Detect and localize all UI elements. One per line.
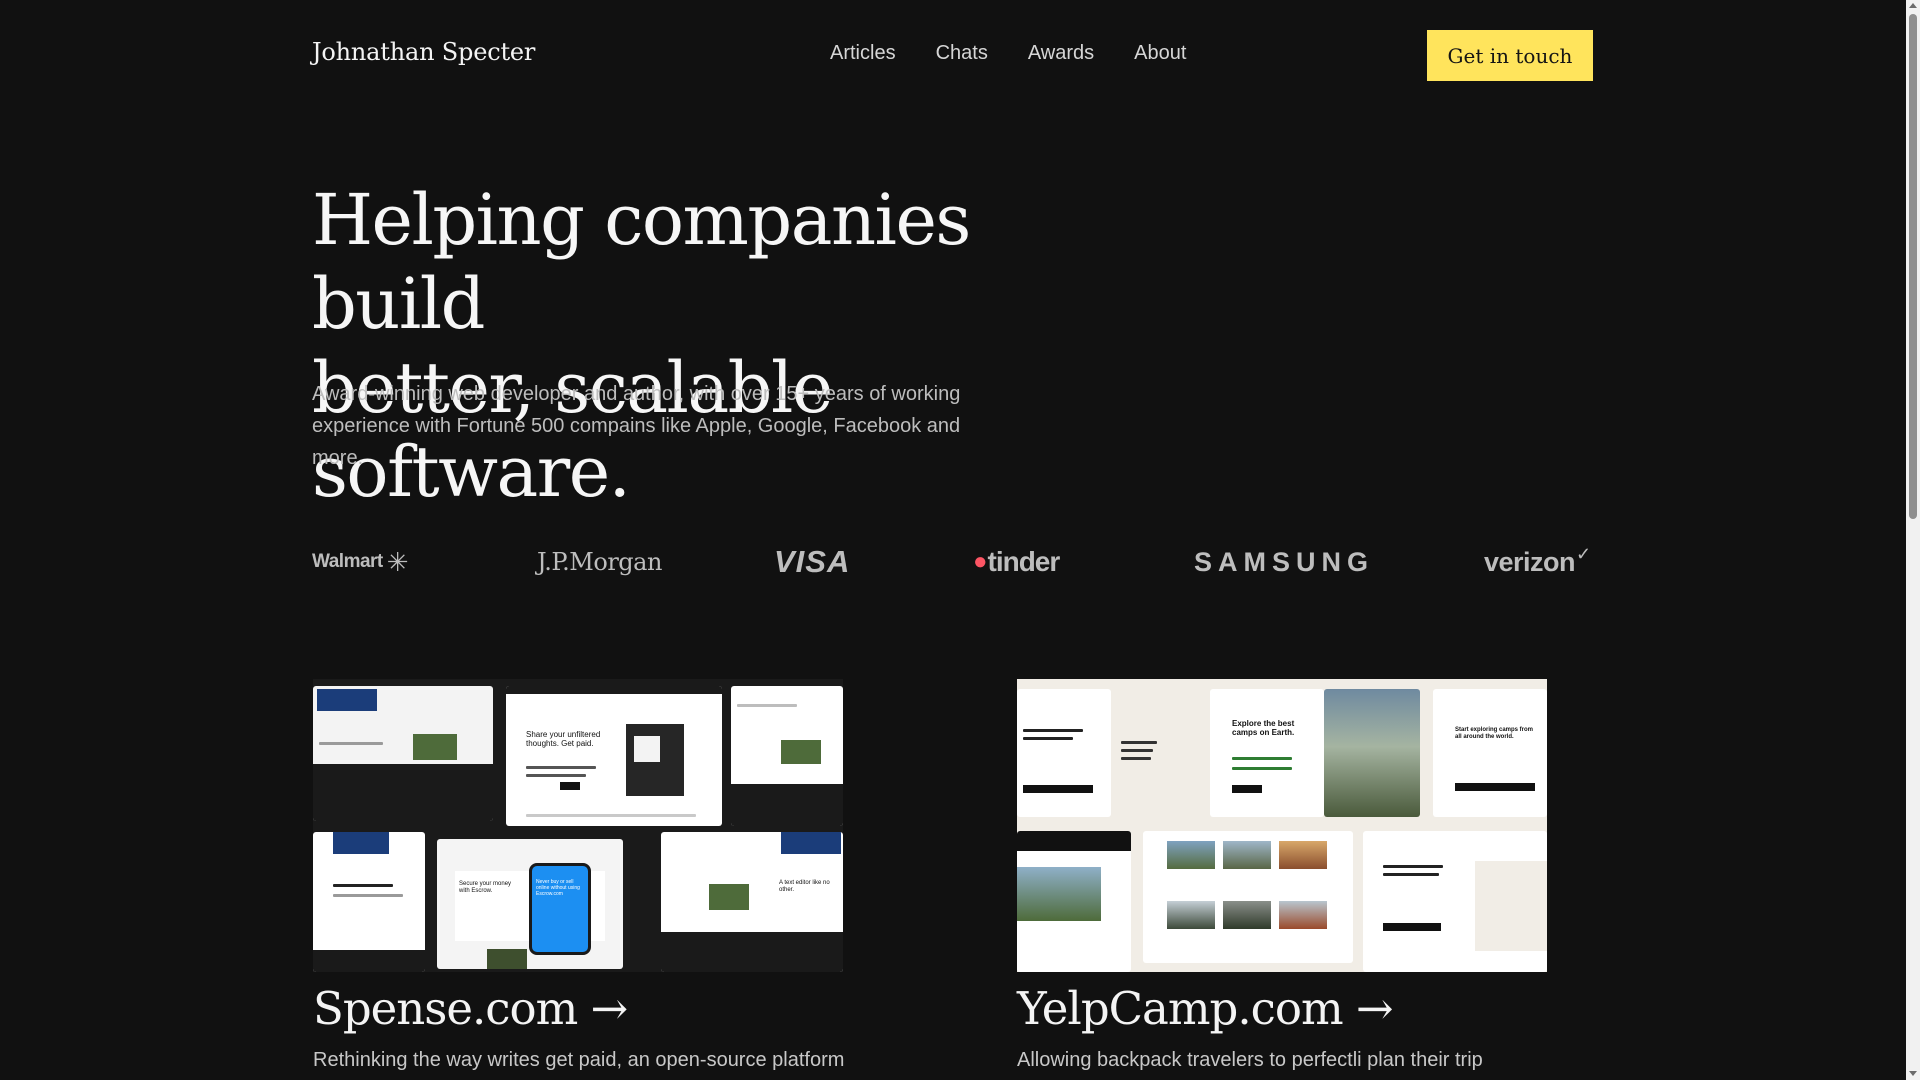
yelpcamp-project-description: Allowing backpack travelers to perfectli… <box>1017 1049 1483 1071</box>
yelpcamp-thumbnail[interactable]: Explore the best camps on Earth. Start e… <box>1017 679 1547 972</box>
verizon-wordmark: verizon <box>1484 546 1576 577</box>
nav-chats[interactable]: Chats <box>936 42 988 65</box>
nav-articles[interactable]: Articles <box>830 42 896 65</box>
scrollbar-thumb[interactable] <box>1909 14 1917 519</box>
walmart-wordmark: Walmart <box>312 551 383 572</box>
samsung-wordmark: SAMSUNG <box>1194 546 1375 577</box>
scroll-up-arrow-icon[interactable] <box>1909 3 1917 8</box>
yelp-thumb-headline: Explore the best camps on Earth. <box>1232 719 1295 737</box>
project-card-spense: Share your unfiltered thoughts. Get paid… <box>313 679 844 1071</box>
thumb-card: A text editor like no other. <box>661 832 843 972</box>
project-card-yelpcamp: Explore the best camps on Earth. Start e… <box>1017 679 1547 1071</box>
visa-wordmark: VISA <box>774 544 851 579</box>
hero-title-line-1: Helping companies build <box>312 179 971 345</box>
spense-thumb-escrow: Secure your money with Escrow. <box>459 881 512 894</box>
main-nav: Articles Chats Awards About <box>830 42 1186 65</box>
hero-subtitle: Award-winning web developer and author, … <box>312 383 961 469</box>
thumb-card <box>1017 831 1131 972</box>
spense-thumb-editor: A text editor like no other. <box>779 880 830 893</box>
get-in-touch-button[interactable]: Get in touch <box>1427 30 1593 81</box>
visa-logo: VISA <box>774 540 850 584</box>
thumb-card: Explore the best camps on Earth. <box>1210 689 1324 817</box>
client-logos: Walmart ✳ J.P.Morgan VISA ● tinder SAMSU… <box>312 540 1594 584</box>
thumb-card <box>1143 831 1353 963</box>
scroll-down-arrow-icon[interactable] <box>1909 1071 1917 1076</box>
nav-awards[interactable]: Awards <box>1028 42 1094 65</box>
thumb-card <box>1324 689 1420 817</box>
spense-thumb-headline: Share your unfiltered thoughts. Get paid… <box>526 730 601 748</box>
walmart-spark-icon: ✳ <box>386 546 409 577</box>
tinder-wordmark: tinder <box>987 546 1061 577</box>
thumb-card <box>1363 831 1547 972</box>
verizon-logo: verizon ✓ <box>1484 540 1591 584</box>
jpmorgan-wordmark: J.P.Morgan <box>537 548 662 576</box>
jpmorgan-logo: J.P.Morgan <box>537 540 662 584</box>
thumb-card: Secure your money with Escrow. Never buy… <box>437 839 623 969</box>
thumb-card: Share your unfiltered thoughts. Get paid… <box>506 686 722 826</box>
spense-thumbnail[interactable]: Share your unfiltered thoughts. Get paid… <box>313 679 843 972</box>
thumb-card <box>731 686 843 826</box>
thumb-card <box>313 686 493 821</box>
brand-name[interactable]: Johnathan Specter <box>312 38 535 66</box>
scrollbar[interactable] <box>1906 0 1920 1080</box>
walmart-logo: Walmart ✳ <box>312 540 409 584</box>
samsung-logo: SAMSUNG <box>1194 540 1374 584</box>
spense-project-link[interactable]: Spense.com → <box>313 982 628 1035</box>
yelp-thumb-cta: Start exploring camps from all around th… <box>1455 727 1534 740</box>
yelpcamp-project-link[interactable]: YelpCamp.com → <box>1017 982 1394 1035</box>
spense-thumb-phone-text: Never buy or sell online without using E… <box>536 879 580 897</box>
thumb-card <box>313 832 425 972</box>
thumb-card: Start exploring camps from all around th… <box>1433 689 1547 817</box>
tinder-logo: ● tinder <box>973 540 1061 584</box>
thumb-card <box>1113 689 1165 817</box>
spense-project-description: Rethinking the way writes get paid, an o… <box>313 1049 845 1071</box>
tinder-flame-icon: ● <box>973 548 987 575</box>
thumb-card <box>1017 689 1111 817</box>
verizon-check-icon: ✓ <box>1576 543 1591 564</box>
nav-about[interactable]: About <box>1134 42 1186 65</box>
